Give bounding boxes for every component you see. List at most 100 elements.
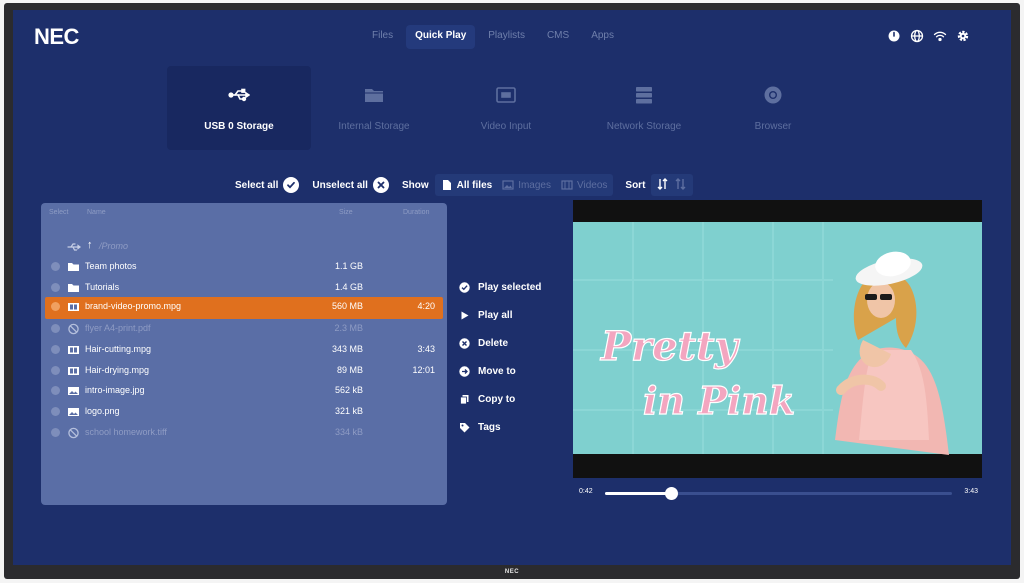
film-icon	[67, 344, 80, 356]
file-row[interactable]: logo.png 321 kB	[41, 402, 447, 422]
file-row[interactable]: intro-image.jpg 562 kB	[41, 381, 447, 401]
file-duration: 4:20	[417, 301, 435, 312]
source-label: USB 0 Storage	[204, 121, 274, 132]
tab-files[interactable]: Files	[363, 25, 402, 49]
sort-label: Sort	[625, 179, 646, 191]
file-name: Tutorials	[85, 281, 120, 292]
file-row[interactable]: brand-video-promo.mpg 560 MB 4:20	[45, 297, 443, 320]
tab-apps[interactable]: Apps	[582, 25, 623, 49]
select-radio[interactable]	[51, 282, 60, 292]
tab-quick-play[interactable]: Quick Play	[406, 25, 476, 49]
source-label: Video Input	[480, 121, 532, 132]
column-header-size[interactable]: Size	[339, 209, 353, 216]
source-video-input[interactable]: Video Input	[437, 66, 575, 150]
source-browser[interactable]: Browser	[713, 66, 833, 150]
filter-videos[interactable]: Videos	[561, 179, 607, 191]
copy-icon	[460, 394, 469, 404]
select-all-label: Select all	[235, 179, 279, 191]
select-radio[interactable]	[51, 386, 60, 396]
svg-text:Pretty: Pretty	[600, 323, 741, 370]
select-radio[interactable]	[51, 302, 60, 312]
select-radio[interactable]	[51, 427, 60, 437]
file-name: Team photos	[85, 261, 137, 271]
seek-track[interactable]	[605, 487, 952, 500]
video-input-icon	[495, 84, 517, 109]
file-row[interactable]: school homework.tiff 334 kB	[41, 423, 447, 443]
seek-handle[interactable]	[664, 487, 678, 500]
file-icon	[442, 180, 451, 190]
check-icon	[287, 181, 296, 189]
select-all-button[interactable]	[283, 177, 300, 193]
folder-icon	[67, 282, 80, 294]
file-size: 1.1 GB	[334, 261, 363, 271]
storage-sources: USB 0 Storage Internal Storage Video Inp…	[167, 66, 833, 150]
file-size: 321 kB	[334, 405, 363, 416]
source-label: Network Storage	[606, 121, 682, 132]
file-row[interactable]: Hair-cutting.mpg 343 MB 3:43	[41, 340, 447, 360]
file-row[interactable]: Tutorials 1.4 GB	[41, 278, 447, 298]
source-usb-storage[interactable]: USB 0 Storage	[167, 66, 311, 150]
file-name: school homework.tiff	[85, 426, 167, 437]
column-header-select[interactable]: Select	[49, 209, 68, 216]
screen: NEC Files Quick Play Playlists CMS Apps …	[13, 10, 1011, 565]
move-to-button[interactable]: Move to	[459, 357, 541, 385]
up-level-icon[interactable]: ↑	[87, 239, 93, 251]
source-label: Browser	[754, 121, 792, 132]
play-selected-button[interactable]: Play selected	[459, 273, 541, 301]
close-icon	[377, 181, 385, 189]
sort-ascending-icon[interactable]	[657, 177, 669, 193]
path-row[interactable]: ↑ /Promo	[41, 237, 447, 257]
tab-cms[interactable]: CMS	[538, 25, 578, 49]
gear-icon[interactable]	[956, 29, 970, 48]
usb-icon	[228, 84, 251, 109]
file-row[interactable]: Hair-drying.mpg 89 MB 12:01	[41, 361, 447, 381]
video-preview[interactable]: Pretty in Pink	[573, 200, 982, 478]
film-icon	[67, 365, 80, 377]
delete-button[interactable]: Delete	[459, 329, 541, 357]
copy-to-button[interactable]: Copy to	[459, 385, 541, 413]
file-size: 343 MB	[331, 343, 363, 354]
power-icon[interactable]	[887, 29, 901, 48]
seek-progress	[605, 492, 671, 495]
file-name: logo.png	[85, 405, 120, 416]
blocked-icon	[67, 323, 80, 335]
column-header-duration[interactable]: Duration	[403, 209, 429, 216]
tags-button[interactable]: Tags	[459, 413, 541, 441]
select-radio[interactable]	[51, 324, 60, 334]
film-icon	[67, 301, 80, 313]
tab-playlists[interactable]: Playlists	[479, 25, 534, 49]
select-radio[interactable]	[51, 365, 60, 375]
filter-all-files[interactable]: All files	[441, 179, 492, 191]
select-radio[interactable]	[51, 262, 60, 271]
system-icons	[887, 29, 970, 48]
file-size: 334 kB	[334, 426, 363, 437]
unselect-all-button[interactable]	[372, 177, 389, 193]
column-header-name[interactable]: Name	[87, 209, 106, 216]
sort-controls	[651, 174, 694, 196]
source-internal-storage[interactable]: Internal Storage	[311, 66, 437, 150]
playback-bar: 0:42 3:43	[573, 485, 982, 501]
filter-images[interactable]: Images	[502, 179, 551, 191]
unselect-all-label: Unselect all	[312, 179, 368, 191]
image-icon	[502, 180, 514, 190]
time-total: 3:43	[964, 488, 978, 495]
file-size: 1.4 GB	[334, 281, 363, 292]
file-row[interactable]: flyer A4-print.pdf 2.3 MB	[41, 319, 447, 339]
file-duration: 3:43	[417, 343, 435, 354]
file-name: intro-image.jpg	[85, 385, 145, 396]
current-path: /Promo	[99, 241, 129, 251]
select-radio[interactable]	[51, 406, 60, 416]
globe-icon[interactable]	[910, 29, 924, 48]
file-row[interactable]: Team photos 1.1 GB	[41, 257, 447, 277]
source-network-storage[interactable]: Network Storage	[575, 66, 713, 150]
select-radio[interactable]	[51, 344, 60, 354]
play-all-button[interactable]: Play all	[459, 301, 541, 329]
usb-icon	[67, 241, 81, 253]
play-icon	[461, 311, 469, 319]
image-icon	[67, 385, 80, 397]
wifi-icon[interactable]	[933, 29, 947, 48]
file-list-panel: Select Name Size Duration ↑ /Promo Team …	[41, 203, 447, 505]
sort-descending-icon[interactable]	[675, 177, 687, 193]
network-storage-icon	[633, 84, 655, 109]
file-duration: 12:01	[412, 364, 435, 375]
